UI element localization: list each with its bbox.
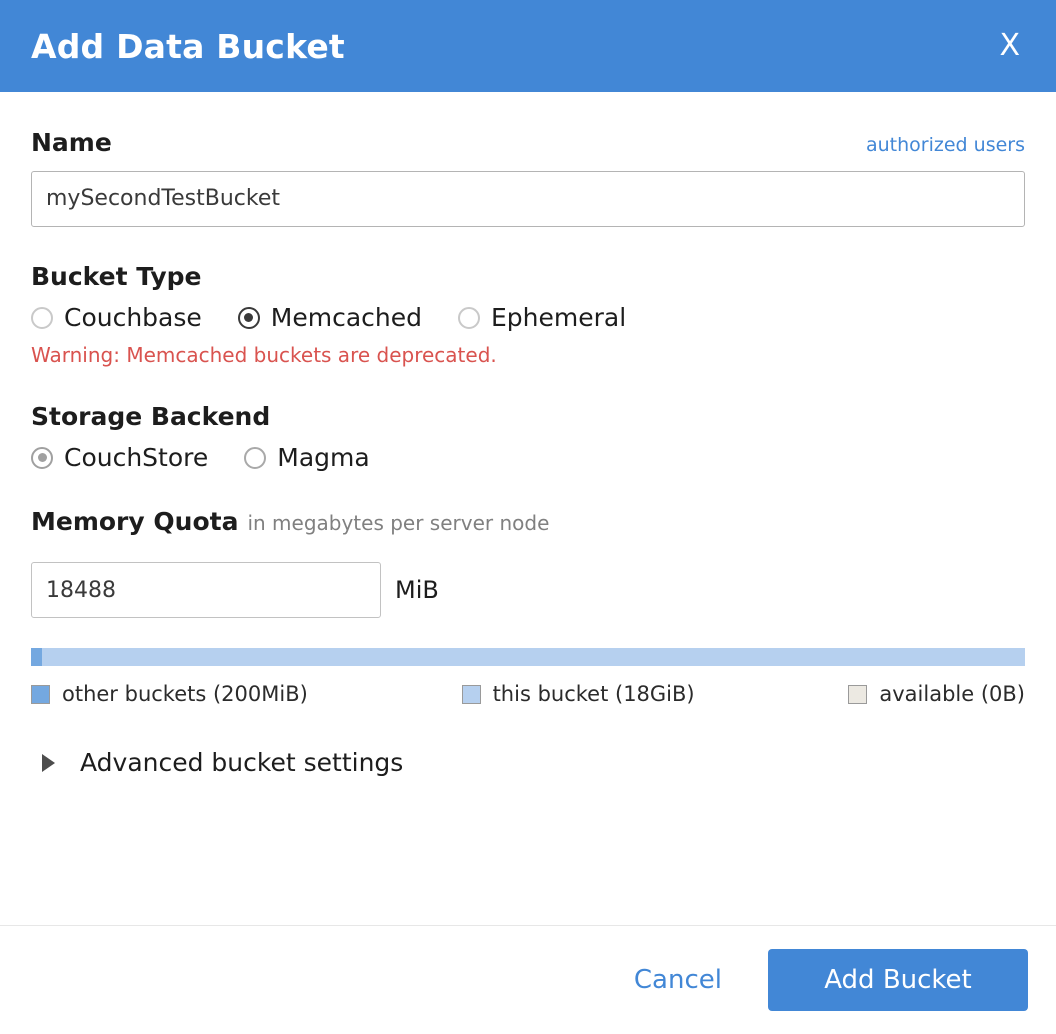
legend-swatch-icon (31, 685, 50, 704)
bucket-type-section: Bucket Type Couchbase Memcached Ephemera… (31, 263, 1025, 367)
storage-backend-radio-group: CouchStore Magma (31, 444, 1025, 472)
radio-icon (238, 307, 260, 329)
legend-item-available: available (0B) (848, 683, 1025, 706)
radio-bucket-type-memcached[interactable]: Memcached (238, 304, 422, 332)
bucket-type-label: Bucket Type (31, 263, 1025, 291)
name-label-row: Name authorized users (31, 92, 1025, 157)
advanced-bucket-settings-label: Advanced bucket settings (80, 749, 403, 777)
radio-label: Magma (277, 444, 369, 472)
add-data-bucket-dialog: Add Data Bucket X Name authorized users … (0, 0, 1056, 1034)
memory-segment-this-bucket (42, 648, 1025, 666)
dialog-footer: Cancel Add Bucket (0, 925, 1056, 1034)
page-title: Add Data Bucket (31, 30, 345, 63)
name-label: Name (31, 129, 112, 157)
storage-backend-section: Storage Backend CouchStore Magma (31, 403, 1025, 472)
radio-storage-backend-couchstore[interactable]: CouchStore (31, 444, 208, 472)
close-icon[interactable]: X (993, 27, 1026, 65)
dialog-header: Add Data Bucket X (0, 0, 1056, 92)
memory-quota-heading: Memory Quota in megabytes per server nod… (31, 508, 1025, 550)
legend-item-other-buckets: other buckets (200MiB) (31, 683, 308, 706)
radio-bucket-type-ephemeral[interactable]: Ephemeral (458, 304, 626, 332)
bucket-type-radio-group: Couchbase Memcached Ephemeral (31, 304, 1025, 332)
legend-label: available (0B) (879, 683, 1025, 706)
radio-label: Ephemeral (491, 304, 626, 332)
memory-quota-unit: MiB (395, 576, 439, 604)
radio-icon (31, 307, 53, 329)
chevron-right-icon (42, 754, 55, 772)
authorized-users-link[interactable]: authorized users (866, 135, 1025, 156)
memory-usage-legend: other buckets (200MiB) this bucket (18Gi… (31, 683, 1025, 706)
legend-label: other buckets (200MiB) (62, 683, 308, 706)
legend-item-this-bucket: this bucket (18GiB) (462, 683, 695, 706)
memory-usage-bar (31, 648, 1025, 666)
radio-bucket-type-couchbase[interactable]: Couchbase (31, 304, 202, 332)
bucket-type-warning: Warning: Memcached buckets are deprecate… (31, 343, 1025, 367)
radio-storage-backend-magma[interactable]: Magma (244, 444, 369, 472)
radio-icon (458, 307, 480, 329)
advanced-bucket-settings-toggle[interactable]: Advanced bucket settings (31, 749, 403, 777)
radio-icon (244, 447, 266, 469)
legend-label: this bucket (18GiB) (493, 683, 695, 706)
legend-swatch-icon (848, 685, 867, 704)
radio-label: CouchStore (64, 444, 208, 472)
radio-label: Couchbase (64, 304, 202, 332)
legend-swatch-icon (462, 685, 481, 704)
memory-quota-section: Memory Quota in megabytes per server nod… (31, 508, 1025, 707)
cancel-button[interactable]: Cancel (620, 955, 736, 1005)
radio-label: Memcached (271, 304, 422, 332)
memory-quota-label: Memory Quota (31, 508, 238, 536)
memory-quota-input-row: MiB (31, 562, 1025, 618)
dialog-body: Name authorized users Bucket Type Couchb… (0, 92, 1056, 925)
storage-backend-label: Storage Backend (31, 403, 1025, 431)
bucket-name-input[interactable] (31, 171, 1025, 227)
memory-segment-other-buckets (31, 648, 42, 666)
radio-icon (31, 447, 53, 469)
add-bucket-button[interactable]: Add Bucket (768, 949, 1028, 1011)
memory-quota-input[interactable] (31, 562, 381, 618)
memory-quota-hint: in megabytes per server node (247, 511, 549, 535)
